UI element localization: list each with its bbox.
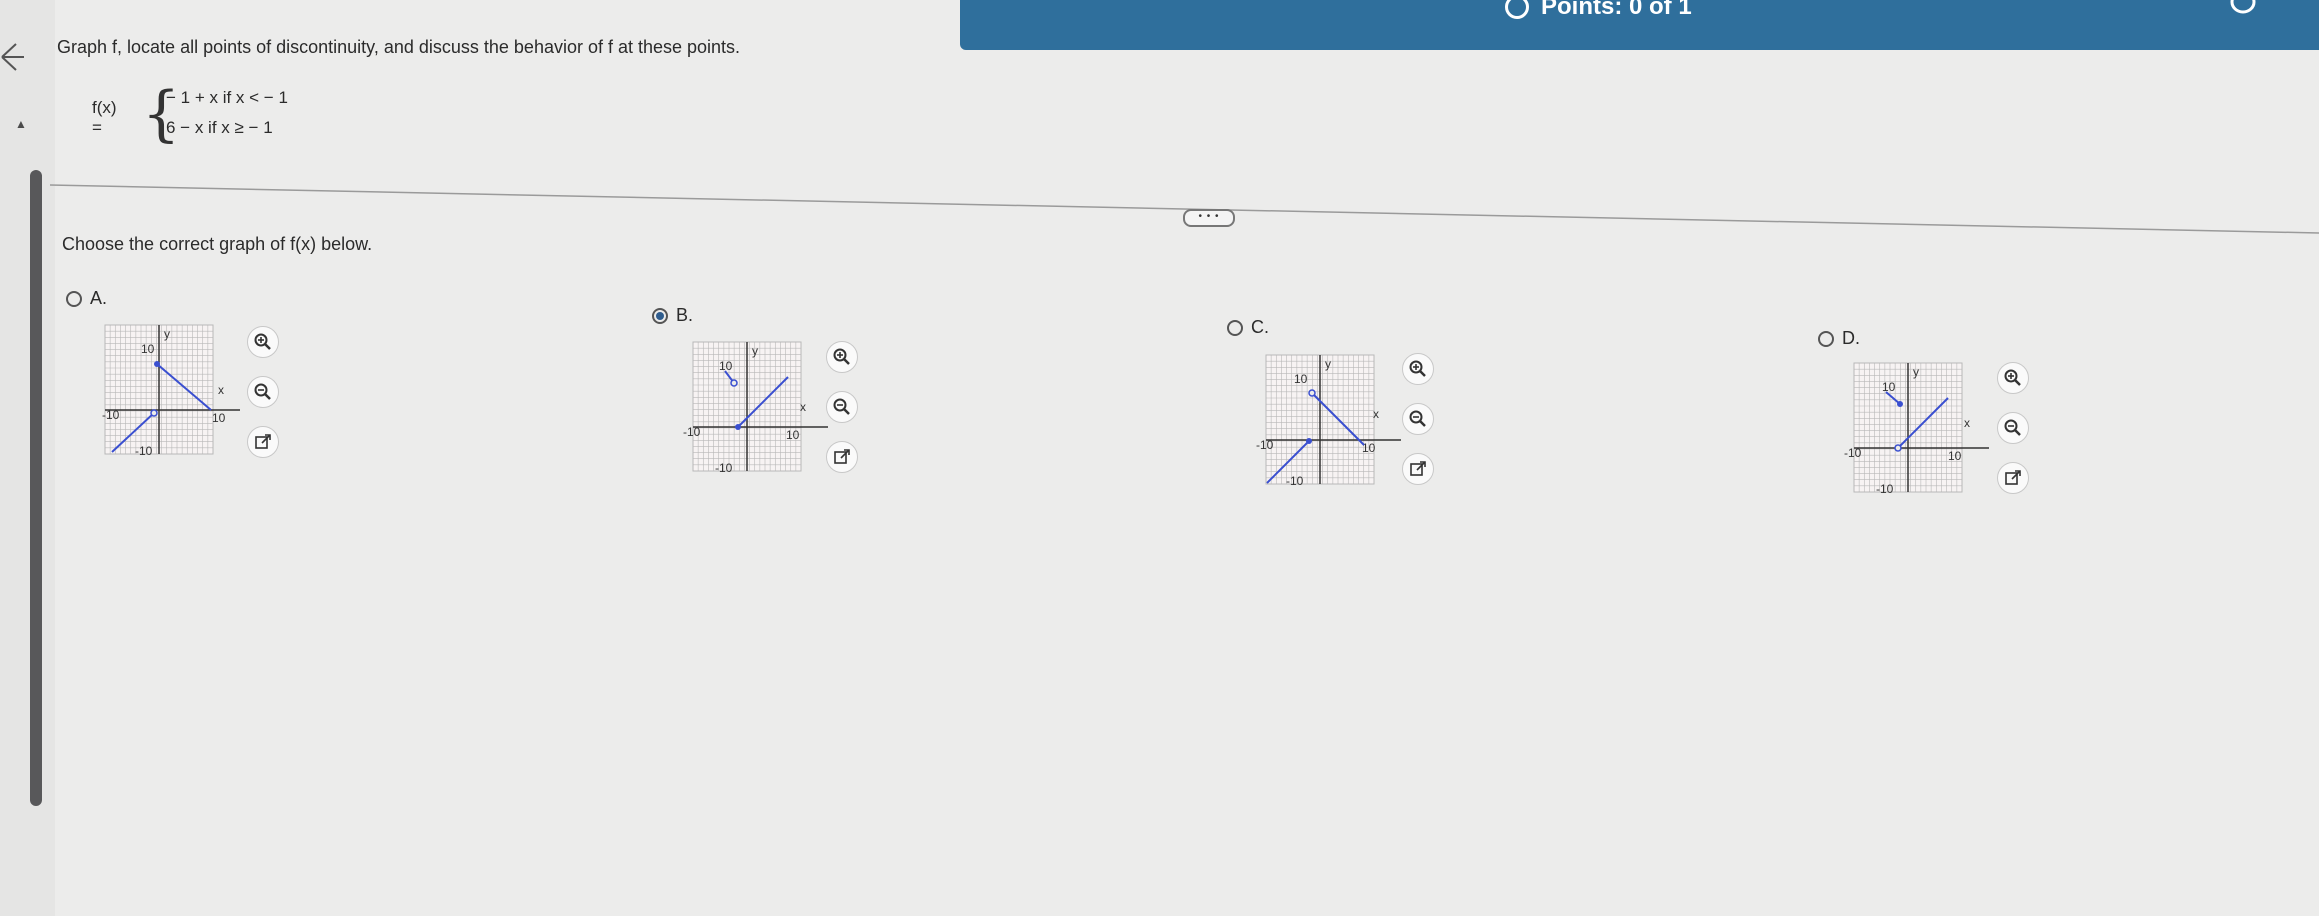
zoom-in-button-c[interactable] — [1402, 353, 1434, 385]
graph-c[interactable]: y x 10 10 -10 -10 — [1256, 352, 1402, 492]
external-link-icon — [1410, 461, 1426, 476]
popout-button-a[interactable] — [247, 426, 279, 458]
y-axis-label: y — [1913, 365, 1919, 379]
tick-x-neg10: -10 — [102, 408, 120, 422]
tick-y-neg10: -10 — [1286, 474, 1304, 488]
x-axis-label: x — [218, 383, 224, 397]
option-b-label: B. — [676, 305, 694, 325]
zoom-in-icon — [833, 348, 850, 365]
option-d[interactable]: D. — [1818, 328, 1860, 349]
zoom-in-button-b[interactable] — [826, 341, 858, 373]
y-axis-label: y — [752, 344, 758, 358]
tick-x-neg10: -10 — [1256, 438, 1274, 452]
left-panel-edge — [0, 0, 55, 916]
open-point — [1894, 444, 1902, 452]
popout-button-d[interactable] — [1997, 462, 2029, 494]
zoom-in-icon — [2004, 369, 2021, 386]
x-axis-label: x — [800, 400, 806, 414]
divider-handle[interactable]: • • • — [1183, 209, 1235, 227]
option-c-label: C. — [1251, 317, 1269, 337]
points-indicator: Points: 0 of 1 — [1505, 0, 1692, 20]
graph-d[interactable]: y x 10 10 -10 -10 — [1844, 360, 1990, 500]
zoom-out-icon — [2004, 419, 2021, 436]
closed-point — [154, 361, 160, 367]
closed-point — [1306, 438, 1312, 444]
external-link-icon — [834, 449, 850, 464]
radio-b[interactable] — [652, 307, 668, 324]
zoom-out-button-c[interactable] — [1402, 403, 1434, 435]
scrollbar[interactable] — [30, 170, 42, 806]
option-b[interactable]: B. — [652, 305, 693, 326]
option-c[interactable]: C. — [1227, 317, 1269, 338]
tick-x-10: 10 — [212, 411, 226, 425]
tick-y-neg10: -10 — [135, 444, 153, 458]
y-axis-label: y — [1325, 357, 1331, 371]
y-axis-label: y — [164, 327, 170, 341]
zoom-in-button-d[interactable] — [1997, 362, 2029, 394]
tick-y-neg10: -10 — [1876, 482, 1894, 496]
collapse-up-icon[interactable]: ▲ — [15, 117, 27, 131]
external-link-icon — [2005, 470, 2021, 485]
zoom-out-button-b[interactable] — [826, 391, 858, 423]
tick-x-10: 10 — [1362, 441, 1376, 455]
closed-point — [1897, 401, 1903, 407]
zoom-out-button-a[interactable] — [247, 376, 279, 408]
tick-x-neg10: -10 — [1844, 446, 1862, 460]
zoom-out-icon — [254, 383, 271, 400]
progress-circle-icon — [1505, 0, 1529, 19]
radio-a[interactable] — [66, 290, 82, 307]
zoom-out-button-d[interactable] — [1997, 412, 2029, 444]
option-a-label: A. — [90, 288, 108, 308]
popout-button-c[interactable] — [1402, 453, 1434, 485]
graph-prompt: Choose the correct graph of f(x) below. — [62, 234, 373, 254]
graph-b[interactable]: y x 10 10 -10 -10 — [683, 339, 829, 479]
points-text: Points: 0 of 1 — [1541, 0, 1692, 20]
radio-c[interactable] — [1227, 319, 1243, 336]
x-axis-label: x — [1373, 407, 1379, 421]
open-point — [1308, 389, 1316, 397]
zoom-in-icon — [254, 333, 271, 350]
zoom-in-icon — [1409, 360, 1426, 377]
open-point — [150, 409, 158, 417]
tick-y-10: 10 — [1294, 372, 1308, 386]
radio-d[interactable] — [1818, 330, 1834, 347]
settings-icon[interactable] — [2228, 0, 2258, 16]
tick-x-10: 10 — [786, 428, 800, 442]
zoom-out-icon — [833, 398, 850, 415]
tick-x-10: 10 — [1948, 449, 1962, 463]
open-point — [730, 379, 738, 387]
zoom-out-icon — [1409, 410, 1426, 427]
popout-button-b[interactable] — [826, 441, 858, 473]
question-text: Graph f, locate all points of discontinu… — [57, 37, 741, 57]
option-a[interactable]: A. — [66, 288, 107, 309]
formula-case-2: 6 − x if x ≥ − 1 — [166, 118, 273, 137]
option-d-label: D. — [1842, 328, 1860, 348]
zoom-in-button-a[interactable] — [247, 326, 279, 358]
section-divider — [50, 184, 2319, 234]
x-axis-label: x — [1964, 416, 1970, 430]
closed-point — [735, 424, 741, 430]
external-link-icon — [255, 434, 271, 449]
graph-a[interactable]: y x 10 10 -10 -10 — [95, 322, 241, 462]
tick-y-10: 10 — [1882, 380, 1896, 394]
tick-y-neg10: -10 — [715, 461, 733, 475]
function-name: f(x) = — [92, 98, 117, 137]
tick-y-10: 10 — [141, 342, 155, 356]
formula-case-1: − 1 + x if x < − 1 — [166, 88, 288, 107]
tick-x-neg10: -10 — [683, 425, 701, 439]
back-arrow-icon[interactable] — [0, 40, 26, 74]
